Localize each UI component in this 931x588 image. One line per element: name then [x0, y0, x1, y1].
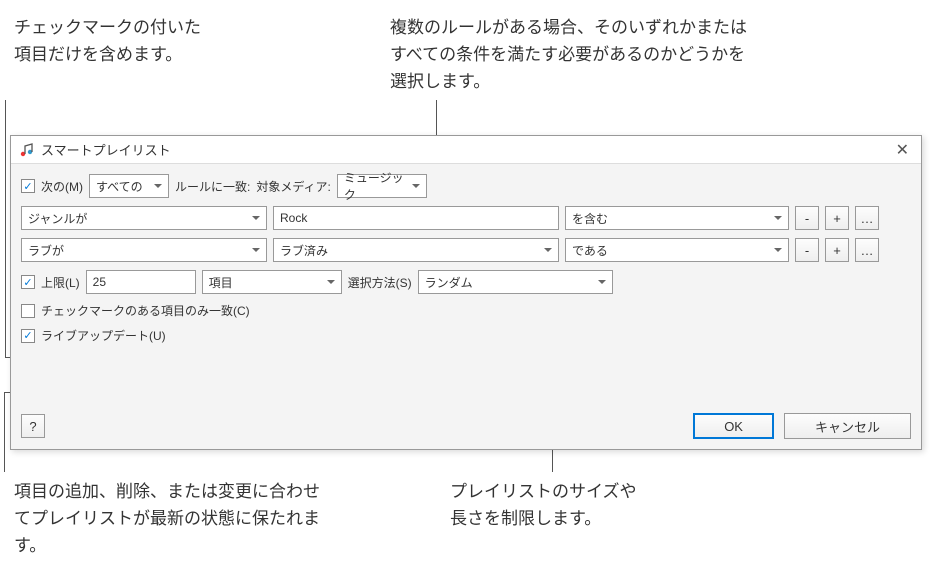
- rule-field-select[interactable]: ジャンルが: [21, 206, 267, 230]
- rule-op-value: である: [572, 242, 608, 259]
- leader-line: [4, 392, 5, 472]
- live-update-label: ライブアップデート(U): [41, 327, 166, 344]
- match-checkbox[interactable]: [21, 179, 35, 193]
- checked-only-row: チェックマークのある項目のみ一致(C): [21, 302, 911, 319]
- live-update-checkbox[interactable]: [21, 329, 35, 343]
- rule-value-text: Rock: [280, 211, 307, 225]
- music-app-icon: [17, 141, 35, 159]
- rule-remove-button[interactable]: -: [795, 238, 819, 262]
- checked-only-checkbox[interactable]: [21, 304, 35, 318]
- titlebar: スマートプレイリスト ✕: [11, 136, 921, 164]
- media-select[interactable]: ミュージック: [337, 174, 427, 198]
- checked-only-label: チェックマークのある項目のみ一致(C): [41, 302, 250, 319]
- help-button[interactable]: ?: [21, 414, 45, 438]
- rule-op-select[interactable]: である: [565, 238, 789, 262]
- rule-value-text: ラブ済み: [280, 242, 328, 259]
- rule-value-select[interactable]: ラブ済み: [273, 238, 559, 262]
- limit-unit-select[interactable]: 項目: [202, 270, 342, 294]
- dialog-title: スマートプレイリスト: [41, 140, 890, 159]
- limit-value-input[interactable]: 25: [86, 270, 196, 294]
- rule-add-button[interactable]: +: [825, 238, 849, 262]
- anyall-select[interactable]: すべての: [89, 174, 169, 198]
- rule-field-value: ジャンルが: [28, 210, 87, 227]
- rule-more-button[interactable]: …: [855, 238, 879, 262]
- limit-value: 25: [93, 275, 106, 289]
- rule-field-select[interactable]: ラブが: [21, 238, 267, 262]
- rule-op-value: を含む: [572, 210, 608, 227]
- rule-more-button[interactable]: …: [855, 206, 879, 230]
- rule-value-input[interactable]: Rock: [273, 206, 559, 230]
- ok-button[interactable]: OK: [693, 413, 774, 439]
- selectby-value: ランダム: [425, 274, 473, 291]
- rule-op-select[interactable]: を含む: [565, 206, 789, 230]
- rules-label: ルールに一致:: [175, 178, 250, 195]
- annotation-live-update: 項目の追加、削除、または変更に合わせてプレイリストが最新の状態に保たれます。: [14, 478, 334, 560]
- limit-label: 上限(L): [41, 274, 80, 291]
- rule-remove-button[interactable]: -: [795, 206, 819, 230]
- limit-unit-value: 項目: [209, 274, 233, 291]
- anyall-value: すべての: [96, 178, 143, 195]
- dialog-footer: ? OK キャンセル: [21, 413, 911, 439]
- annotation-checked-only: チェックマークの付いた項目だけを含めます。: [14, 14, 214, 68]
- leader-line: [5, 100, 6, 358]
- annotation-any-all: 複数のルールがある場合、そのいずれかまたはすべての条件を満たす必要があるのかどう…: [390, 14, 760, 96]
- rule-row: ラブが ラブ済み である - + …: [21, 238, 911, 262]
- rule-row: ジャンルが Rock を含む - + …: [21, 206, 911, 230]
- limit-checkbox[interactable]: [21, 275, 35, 289]
- close-icon[interactable]: ✕: [890, 140, 915, 160]
- cancel-button[interactable]: キャンセル: [784, 413, 911, 439]
- annotation-limit: プレイリストのサイズや長さを制限します。: [450, 478, 650, 532]
- rule-add-button[interactable]: +: [825, 206, 849, 230]
- match-label: 次の(M): [41, 178, 83, 195]
- media-value: ミュージック: [344, 169, 408, 203]
- selectby-label: 選択方法(S): [348, 274, 412, 291]
- limit-row: 上限(L) 25 項目 選択方法(S) ランダム: [21, 270, 911, 294]
- match-row: 次の(M) すべての ルールに一致: 対象メディア: ミュージック: [21, 174, 911, 198]
- live-update-row: ライブアップデート(U): [21, 327, 911, 344]
- selectby-select[interactable]: ランダム: [418, 270, 613, 294]
- smart-playlist-dialog: スマートプレイリスト ✕ 次の(M) すべての ルールに一致: 対象メディア: …: [10, 135, 922, 450]
- media-label: 対象メディア:: [256, 178, 331, 195]
- rule-field-value: ラブが: [28, 242, 64, 259]
